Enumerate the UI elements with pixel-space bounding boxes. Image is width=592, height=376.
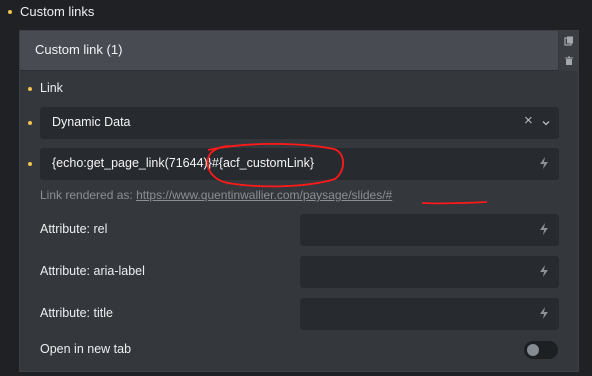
section-label: Custom links [20,4,95,19]
attribute-rel-label: Attribute: rel [40,222,108,236]
attribute-aria-label-label: Attribute: aria-label [40,264,145,278]
panel-header[interactable]: Custom link (1) [20,31,558,71]
url-bullet [28,162,32,166]
section-bullet [8,10,12,14]
panel-title: Custom link (1) [35,42,123,57]
attribute-aria-label-input[interactable] [300,256,559,288]
rendered-link: Link rendered as: https://www.quentinwal… [40,188,392,202]
chevron-down-icon[interactable] [541,118,551,128]
link-bullet [28,87,32,91]
open-new-tab-toggle[interactable] [524,341,558,359]
rendered-link-prefix: Link rendered as: [40,188,133,202]
url-field[interactable]: {echo:get_page_link(71644)}#{acf_customL… [40,148,559,180]
url-field-value: {echo:get_page_link(71644)}#{acf_customL… [52,156,315,170]
bolt-icon[interactable] [537,222,551,236]
bolt-icon[interactable] [537,156,551,170]
link-type-value: Dynamic Data [52,115,131,129]
attribute-rel-input[interactable] [300,214,559,246]
rendered-link-url[interactable]: https://www.quentinwallier.com/paysage/s… [136,188,392,202]
link-type-select[interactable]: Dynamic Data × [40,107,559,139]
trash-icon[interactable] [564,56,574,66]
clear-icon[interactable]: × [524,112,533,129]
bolt-icon[interactable] [537,306,551,320]
duplicate-icon[interactable] [564,36,574,46]
attribute-title-input[interactable] [300,298,559,330]
bolt-icon[interactable] [537,264,551,278]
toggle-knob [527,344,539,356]
type-bullet [28,121,32,125]
open-new-tab-label: Open in new tab [40,342,132,356]
attribute-title-label: Attribute: title [40,306,113,320]
link-label: Link [40,81,63,95]
panel-actions [559,31,579,71]
